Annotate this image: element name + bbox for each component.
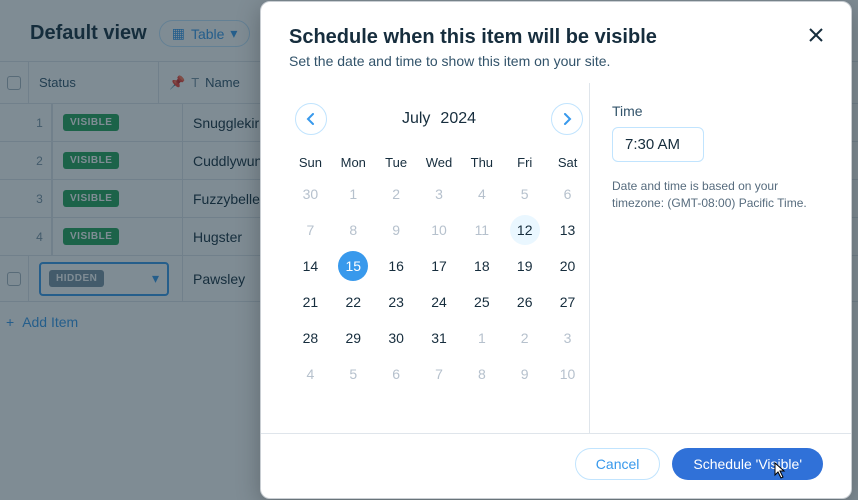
calendar-day[interactable]: 16 — [375, 248, 418, 284]
chevron-right-icon — [562, 113, 572, 125]
next-month-button[interactable] — [551, 103, 583, 135]
calendar-day[interactable]: 27 — [546, 284, 589, 320]
close-button[interactable] — [805, 24, 827, 46]
calendar-day[interactable]: 4 — [289, 356, 332, 392]
calendar-day[interactable]: 2 — [503, 320, 546, 356]
calendar-day[interactable]: 26 — [503, 284, 546, 320]
calendar-day[interactable]: 25 — [460, 284, 503, 320]
confirm-button[interactable]: Schedule 'Visible' — [672, 448, 823, 480]
modal-title: Schedule when this item will be visible — [289, 26, 823, 49]
cursor-icon — [769, 461, 787, 486]
calendar-day[interactable]: 6 — [546, 176, 589, 212]
chevron-left-icon — [306, 113, 316, 125]
timezone-note: Date and time is based on your timezone:… — [612, 178, 822, 212]
calendar-day[interactable]: 1 — [460, 320, 503, 356]
calendar-day[interactable]: 3 — [418, 176, 461, 212]
calendar-day[interactable]: 8 — [460, 356, 503, 392]
calendar-day[interactable]: 31 — [418, 320, 461, 356]
calendar-day[interactable]: 1 — [332, 176, 375, 212]
calendar-day[interactable]: 19 — [503, 248, 546, 284]
close-icon — [808, 27, 824, 43]
cancel-button[interactable]: Cancel — [575, 448, 661, 480]
calendar-day[interactable]: 29 — [332, 320, 375, 356]
weekday-label: Wed — [418, 155, 461, 176]
calendar-day[interactable]: 20 — [546, 248, 589, 284]
calendar-day[interactable]: 11 — [460, 212, 503, 248]
month-year-label: July 2024 — [402, 110, 476, 128]
schedule-modal: Schedule when this item will be visible … — [260, 1, 852, 499]
weekday-label: Tue — [375, 155, 418, 176]
calendar-day[interactable]: 17 — [418, 248, 461, 284]
calendar-day[interactable]: 30 — [375, 320, 418, 356]
calendar-day[interactable]: 13 — [546, 212, 589, 248]
calendar-day[interactable]: 23 — [375, 284, 418, 320]
calendar-day[interactable]: 30 — [289, 176, 332, 212]
calendar-day[interactable]: 18 — [460, 248, 503, 284]
calendar-day[interactable]: 4 — [460, 176, 503, 212]
calendar-day[interactable]: 14 — [289, 248, 332, 284]
calendar-day[interactable]: 3 — [546, 320, 589, 356]
calendar-day[interactable]: 5 — [503, 176, 546, 212]
calendar-day[interactable]: 7 — [418, 356, 461, 392]
weekday-label: Sat — [546, 155, 589, 176]
weekday-label: Fri — [503, 155, 546, 176]
calendar-day[interactable]: 24 — [418, 284, 461, 320]
calendar-day[interactable]: 9 — [375, 212, 418, 248]
weekday-label: Sun — [289, 155, 332, 176]
calendar-day[interactable]: 7 — [289, 212, 332, 248]
calendar-day[interactable]: 2 — [375, 176, 418, 212]
weekday-label: Thu — [460, 155, 503, 176]
calendar-day[interactable]: 8 — [332, 212, 375, 248]
calendar-day[interactable]: 12 — [503, 212, 546, 248]
calendar-day[interactable]: 15 — [332, 248, 375, 284]
calendar: July 2024 SunMonTueWedThuFriSat 30123456… — [289, 83, 589, 433]
time-input[interactable]: 7:30 AM — [612, 127, 704, 162]
calendar-day[interactable]: 22 — [332, 284, 375, 320]
calendar-day[interactable]: 10 — [546, 356, 589, 392]
time-label: Time — [612, 103, 823, 119]
calendar-day[interactable]: 9 — [503, 356, 546, 392]
calendar-day[interactable]: 28 — [289, 320, 332, 356]
weekday-label: Mon — [332, 155, 375, 176]
calendar-day[interactable]: 6 — [375, 356, 418, 392]
calendar-day[interactable]: 21 — [289, 284, 332, 320]
modal-subtitle: Set the date and time to show this item … — [289, 53, 823, 69]
prev-month-button[interactable] — [295, 103, 327, 135]
calendar-day[interactable]: 10 — [418, 212, 461, 248]
calendar-day[interactable]: 5 — [332, 356, 375, 392]
